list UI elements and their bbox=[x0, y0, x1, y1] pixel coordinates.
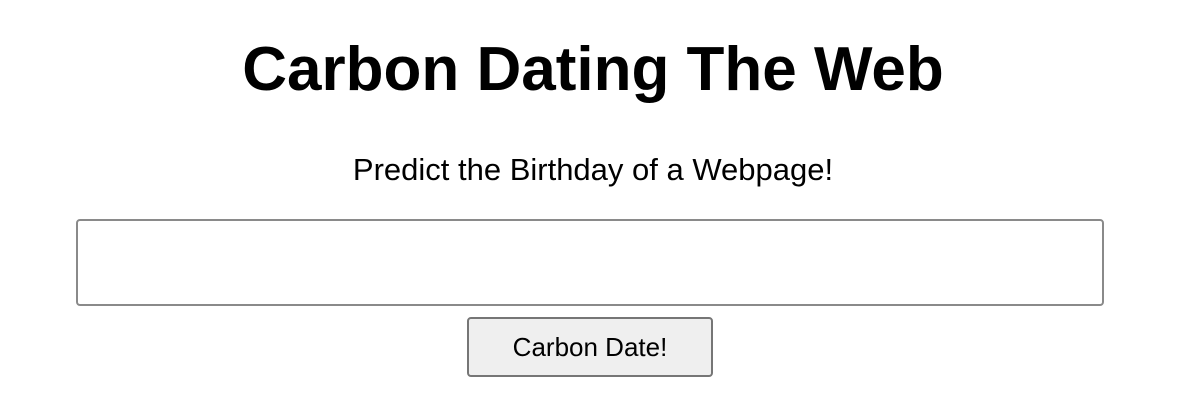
carbon-dating-page: Carbon Dating The Web Predict the Birthd… bbox=[0, 0, 1186, 404]
url-input[interactable] bbox=[76, 219, 1104, 306]
carbon-date-button[interactable]: Carbon Date! bbox=[467, 317, 713, 377]
page-title: Carbon Dating The Web bbox=[242, 35, 944, 104]
page-subtitle: Predict the Birthday of a Webpage! bbox=[352, 152, 834, 187]
